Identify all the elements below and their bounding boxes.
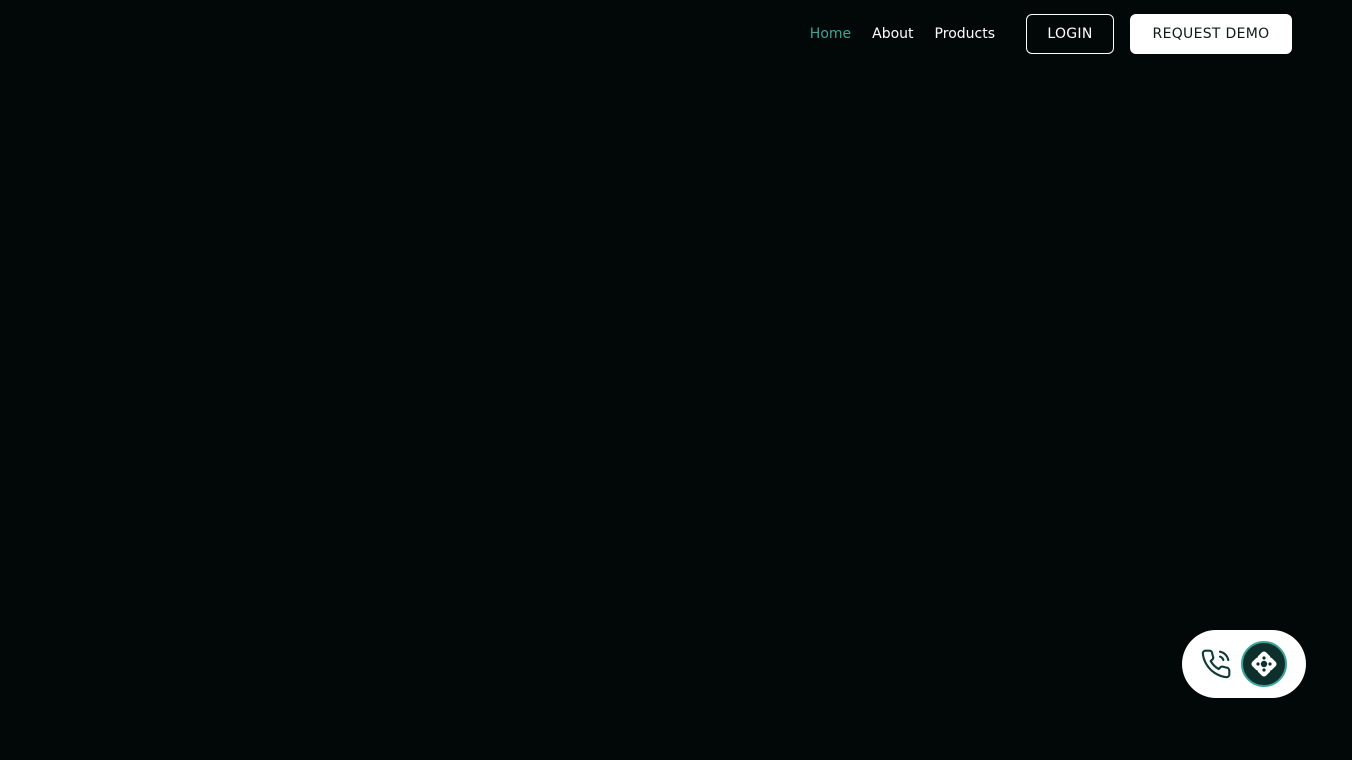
contact-widget — [1182, 630, 1306, 698]
nav-link-products[interactable]: Products — [935, 26, 995, 42]
top-navigation: Home About Products LOGIN REQUEST DEMO — [810, 14, 1292, 54]
page: Home About Products LOGIN REQUEST DEMO — [0, 0, 1352, 760]
phone-icon[interactable] — [1200, 648, 1232, 680]
nav-link-home[interactable]: Home — [810, 26, 851, 42]
login-button[interactable]: LOGIN — [1026, 14, 1114, 54]
nav-link-about[interactable]: About — [872, 26, 913, 42]
request-demo-button[interactable]: REQUEST DEMO — [1130, 14, 1292, 54]
brand-logo-icon[interactable] — [1241, 641, 1287, 687]
nav-links: Home About Products — [810, 26, 995, 42]
